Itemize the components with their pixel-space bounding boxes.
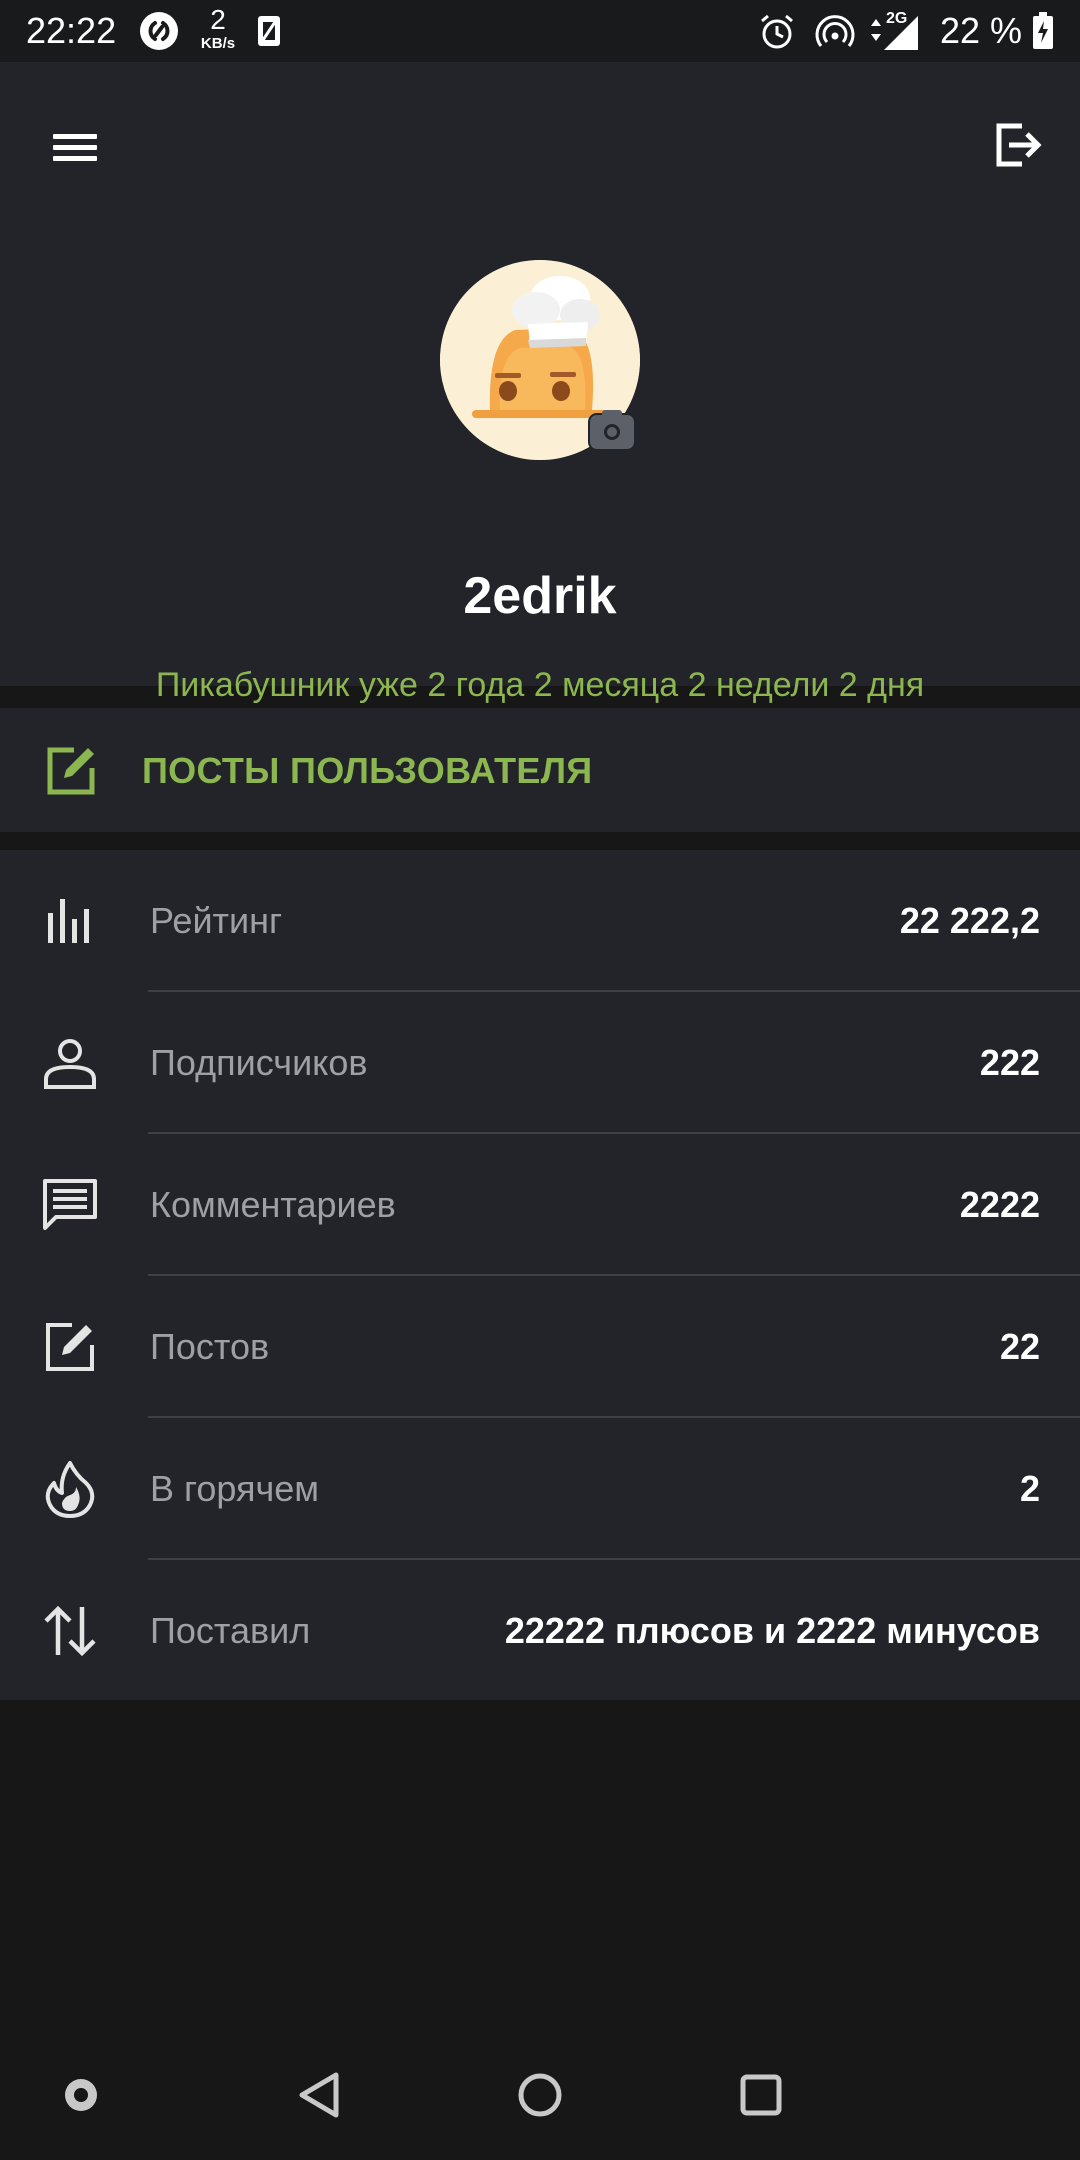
avatar-container[interactable]	[440, 260, 640, 460]
bar-chart-icon	[40, 891, 100, 951]
logout-icon	[996, 123, 1042, 167]
network-speed: 2 KB/s	[194, 4, 242, 52]
network-speed-unit: KB/s	[200, 35, 236, 52]
stat-row-hot[interactable]: В горячем 2	[0, 1418, 1080, 1560]
stat-row-subscribers[interactable]: Подписчиков 222	[0, 992, 1080, 1134]
assistant-button[interactable]	[51, 2065, 111, 2125]
stat-value: 22 222,2	[899, 900, 1040, 941]
stat-row-votes: Поставил 22222 плюсов и 2222 минусов	[0, 1560, 1080, 1702]
camera-icon	[588, 410, 636, 451]
stat-row-comments[interactable]: Комментариев 2222	[0, 1134, 1080, 1276]
signal-icon: 2G	[868, 10, 924, 52]
recents-button[interactable]	[731, 2065, 791, 2125]
username: 2edrik	[463, 567, 617, 625]
home-circle-icon	[518, 2073, 562, 2117]
stat-label: Рейтинг	[150, 900, 283, 941]
back-button[interactable]	[290, 2065, 350, 2125]
person-icon	[40, 1033, 100, 1093]
hotspot-icon	[815, 12, 855, 57]
stat-value: 222	[979, 1042, 1040, 1083]
hamburger-menu-icon	[53, 134, 97, 161]
dot-icon	[65, 2079, 97, 2111]
comment-icon	[40, 1175, 100, 1235]
stat-label: Подписчиков	[150, 1042, 368, 1083]
logout-button[interactable]	[982, 110, 1052, 180]
status-bar: 22:22 2 KB/s 2G 22 %	[0, 0, 1080, 62]
stat-label: Поставил	[150, 1610, 311, 1651]
stat-row-rating: Рейтинг 22 222,2	[0, 850, 1080, 992]
stat-value: 2	[1019, 1468, 1040, 1509]
stat-value: 2222	[959, 1184, 1040, 1225]
network-speed-value: 2	[210, 4, 226, 35]
stat-row-posts[interactable]: Постов 22	[0, 1276, 1080, 1418]
recents-square-icon	[740, 2074, 782, 2116]
home-button[interactable]	[510, 2065, 570, 2125]
member-since: Пикабушник уже 2 года 2 месяца 2 недели …	[155, 666, 925, 704]
stats-list: Рейтинг 22 222,2 Подписчиков 222 Коммент…	[0, 850, 1080, 1700]
network-type: 2G	[886, 10, 908, 27]
sim-card-icon	[256, 14, 282, 53]
stat-label: Комментариев	[150, 1184, 396, 1225]
back-triangle-icon	[299, 2072, 339, 2118]
profile-header: 2edrik Пикабушник уже 2 года 2 месяца 2 …	[0, 62, 1080, 704]
status-time: 22:22	[26, 10, 117, 51]
stat-label: В горячем	[150, 1468, 320, 1509]
battery-icon	[1032, 12, 1054, 55]
flame-icon	[40, 1459, 100, 1519]
user-posts-button[interactable]: ПОСТЫ ПОЛЬЗОВАТЕЛЯ	[0, 708, 1080, 832]
user-posts-label: ПОСТЫ ПОЛЬЗОВАТЕЛЯ	[142, 750, 593, 791]
system-navigation-bar	[0, 2030, 1080, 2160]
change-photo-button[interactable]	[588, 408, 636, 452]
edit-icon	[44, 744, 98, 803]
stat-label: Постов	[150, 1326, 270, 1367]
stat-value: 22222 плюсов и 2222 минусов	[504, 1610, 1040, 1651]
stat-value: 22	[999, 1326, 1040, 1367]
edit-icon	[40, 1317, 100, 1377]
alarm-icon	[757, 12, 797, 57]
shazam-icon	[140, 12, 178, 50]
sort-arrows-icon	[40, 1601, 100, 1661]
menu-button[interactable]	[40, 112, 110, 182]
battery-percent: 22 %	[940, 10, 1023, 51]
